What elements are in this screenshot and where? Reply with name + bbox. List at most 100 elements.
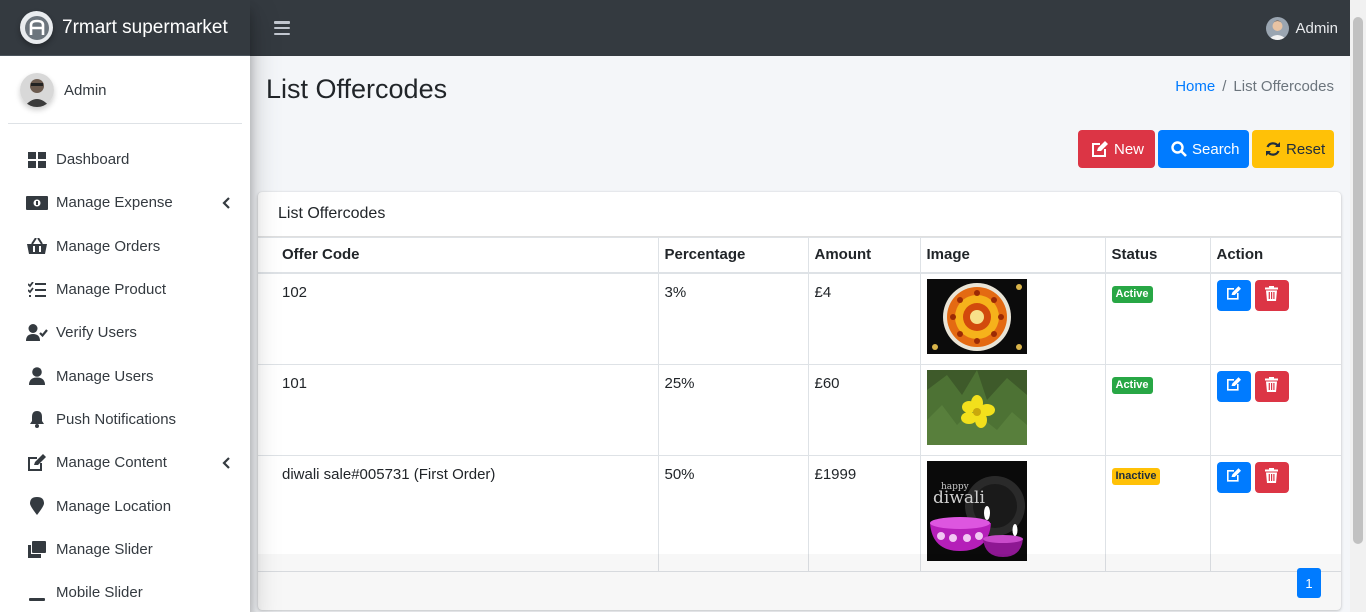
sidebar-item-label: Manage Orders xyxy=(56,237,161,255)
sidebar-item-manage-users[interactable]: Manage Users xyxy=(0,354,250,397)
pagination-page-button[interactable]: 1 xyxy=(1297,568,1321,598)
sidebar-item-manage-product[interactable]: Manage Product xyxy=(0,268,250,311)
user-icon xyxy=(26,366,48,386)
search-button-label: Search xyxy=(1192,140,1240,158)
card-footer: 1 xyxy=(258,554,1341,610)
main-sidebar: 7rmart supermarket Admin Dashboard Manag… xyxy=(0,0,250,612)
sidebar-item-manage-slider[interactable]: Manage Slider xyxy=(0,528,250,571)
edit-icon xyxy=(1226,468,1242,486)
trash-icon xyxy=(1265,376,1278,396)
map-marker-icon xyxy=(26,496,48,516)
dashboard-icon xyxy=(26,150,48,170)
search-button[interactable]: Search xyxy=(1158,130,1249,168)
top-user-menu[interactable]: Admin xyxy=(1266,16,1338,40)
brand-link[interactable]: 7rmart supermarket xyxy=(0,0,250,56)
sidebar-item-manage-content[interactable]: Manage Content xyxy=(0,441,250,484)
scrollbar-thumb[interactable] xyxy=(1353,17,1363,544)
sidebar-nav: Dashboard Manage Expense Manage Orders M… xyxy=(0,138,250,612)
content-header: List Offercodes Home / List Offercodes xyxy=(266,72,1334,112)
reset-button[interactable]: Reset xyxy=(1252,130,1334,168)
new-button[interactable]: New xyxy=(1078,130,1155,168)
brand-text: 7rmart supermarket xyxy=(62,16,228,38)
offercodes-card: List Offercodes Offer Code Percentage Am… xyxy=(258,192,1341,610)
page-title: List Offercodes xyxy=(266,74,448,104)
reset-button-label: Reset xyxy=(1286,140,1326,158)
top-user-name[interactable]: Admin xyxy=(1295,20,1338,37)
sidebar-item-push-notifications[interactable]: Push Notifications xyxy=(0,398,250,441)
edit-icon xyxy=(26,453,48,473)
breadcrumb: Home / List Offercodes xyxy=(1175,78,1334,95)
sidebar-item-label: Manage Users xyxy=(56,367,154,385)
sidebar-user-name[interactable]: Admin xyxy=(64,82,107,99)
action-cell xyxy=(1209,363,1341,456)
delete-button[interactable] xyxy=(1254,279,1289,311)
sidebar-item-label: Mobile Slider xyxy=(56,584,143,602)
offer-image-rangoli xyxy=(926,278,1027,354)
avatar xyxy=(20,73,54,107)
column-header: Image xyxy=(919,237,1106,274)
sidebar-item-dashboard[interactable]: Dashboard xyxy=(0,138,250,181)
image-text-diwali: diwali xyxy=(933,488,985,508)
edit-icon xyxy=(1226,286,1242,304)
tasks-icon xyxy=(26,280,48,300)
sidebar-item-label: Manage Slider xyxy=(56,540,153,558)
sidebar-item-label: Dashboard xyxy=(56,151,130,169)
column-header: Offer Code xyxy=(258,237,659,274)
status-badge: Active xyxy=(1111,376,1153,394)
table-row: 101 25% £60 Active xyxy=(258,363,1341,456)
new-button-label: New xyxy=(1114,140,1145,158)
offer-image-flower xyxy=(926,369,1027,445)
table-header-row: Offer Code Percentage Amount Image Statu… xyxy=(258,237,1341,274)
minus-icon xyxy=(26,583,48,603)
status-badge: Inactive xyxy=(1111,467,1161,485)
edit-button[interactable] xyxy=(1216,370,1251,402)
breadcrumb-home-link[interactable]: Home xyxy=(1175,78,1215,95)
card-title: List Offercodes xyxy=(258,192,1341,237)
edit-button[interactable] xyxy=(1216,461,1251,493)
user-panel[interactable]: Admin xyxy=(8,56,242,124)
offer-code-cell: 101 xyxy=(258,363,659,456)
table-row: 102 3% £4 Active xyxy=(258,272,1341,365)
basket-icon xyxy=(26,236,48,256)
hamburger-menu-icon[interactable] xyxy=(274,21,290,35)
chevron-left-icon xyxy=(222,196,232,210)
sidebar-item-label: Verify Users xyxy=(56,324,137,342)
sidebar-item-mobile-slider[interactable]: Mobile Slider xyxy=(0,571,250,612)
status-cell: Active xyxy=(1104,272,1211,365)
column-header: Amount xyxy=(807,237,921,274)
top-navbar: Admin xyxy=(250,0,1350,56)
page-scrollbar[interactable] xyxy=(1350,0,1366,612)
edit-button[interactable] xyxy=(1216,279,1251,311)
sync-icon xyxy=(1265,141,1281,157)
offercodes-table: Offer Code Percentage Amount Image Statu… xyxy=(258,237,1341,572)
user-check-icon xyxy=(26,323,48,343)
money-bill-icon xyxy=(26,193,48,213)
sidebar-item-manage-orders[interactable]: Manage Orders xyxy=(0,225,250,268)
sidebar-item-label: Push Notifications xyxy=(56,410,177,428)
amount-cell: £4 xyxy=(807,272,921,365)
image-cell xyxy=(919,363,1106,456)
percentage-cell: 25% xyxy=(657,363,809,456)
trash-icon xyxy=(1265,285,1278,305)
sidebar-item-label: Manage Expense xyxy=(56,194,173,212)
sidebar-item-manage-location[interactable]: Manage Location xyxy=(0,484,250,527)
sidebar-item-label: Manage Content xyxy=(56,454,167,472)
brand-logo-icon xyxy=(20,11,53,44)
chevron-left-icon xyxy=(222,456,232,470)
sidebar-item-manage-expense[interactable]: Manage Expense xyxy=(0,181,250,224)
offer-code-cell: 102 xyxy=(258,272,659,365)
sidebar-item-label: Manage Product xyxy=(56,281,167,299)
delete-button[interactable] xyxy=(1254,370,1289,402)
breadcrumb-separator: / xyxy=(1222,78,1227,95)
image-cell xyxy=(919,272,1106,365)
sidebar-item-label: Manage Location xyxy=(56,497,172,515)
amount-cell: £60 xyxy=(807,363,921,456)
percentage-cell: 3% xyxy=(657,272,809,365)
sidebar-item-verify-users[interactable]: Verify Users xyxy=(0,311,250,354)
delete-button[interactable] xyxy=(1254,461,1289,493)
status-cell: Active xyxy=(1104,363,1211,456)
edit-icon xyxy=(1226,377,1242,395)
column-header: Percentage xyxy=(657,237,809,274)
offer-image-diwali: happy diwali xyxy=(926,460,1027,561)
status-badge: Active xyxy=(1111,285,1153,303)
